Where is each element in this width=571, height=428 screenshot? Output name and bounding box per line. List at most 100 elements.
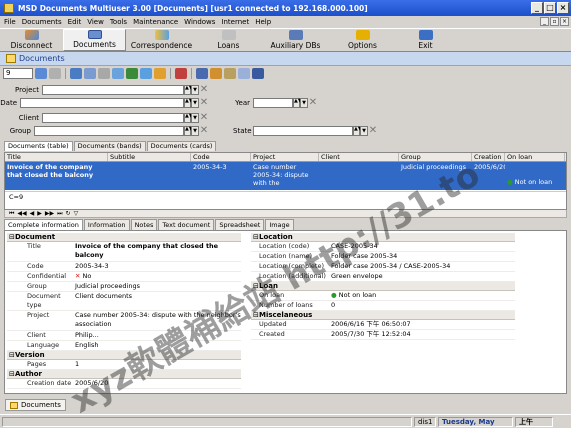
new-record-icon[interactable] [35,68,47,79]
edit-icon[interactable] [70,68,82,79]
import-icon[interactable] [140,68,152,79]
prev-page-icon[interactable]: ◀◀ [17,210,26,217]
nav-auxiliary-dbs[interactable]: Auxiliary DBs [260,29,331,51]
column-subtitle[interactable]: Subtitle [108,153,191,161]
refresh-icon[interactable]: ↻ [66,210,71,217]
column-group[interactable]: Group [399,153,472,161]
mdi-minimize-button[interactable]: _ [540,17,549,26]
year-clear-icon[interactable]: ✕ [308,97,318,108]
project-spinner[interactable]: ▲▼ [184,84,193,95]
client-spinner[interactable]: ▲▼ [184,112,193,123]
nav-disconnect[interactable]: Disconnect [0,29,63,51]
export-icon[interactable] [126,68,138,79]
nav-exit[interactable]: Exit [394,29,457,51]
filter-icon[interactable] [196,68,208,79]
date-dropdown[interactable]: ▼ [191,97,199,108]
column-title[interactable]: Title [5,153,108,161]
group-spinner[interactable]: ▲▼ [184,125,193,136]
menu-tools[interactable]: Tools [110,18,127,26]
state-input[interactable] [253,125,353,136]
nav-documents[interactable]: Documents [63,29,126,51]
tab-information[interactable]: Information [83,219,130,230]
delete-icon[interactable] [49,68,61,79]
report-icon[interactable] [252,68,264,79]
column-client[interactable]: Client [319,153,399,161]
group-dropdown[interactable]: ▼ [191,125,199,136]
group-input[interactable] [34,125,184,136]
last-record-icon[interactable]: ⏭ [57,210,62,218]
close-button[interactable]: × [557,2,569,14]
table-row[interactable]: Invoice of the company that closed the b… [5,162,566,190]
menu-view[interactable]: View [87,18,104,26]
attach-icon[interactable] [154,68,166,79]
column-on-loan[interactable]: On loan [505,153,565,161]
year-dropdown[interactable]: ▼ [300,97,308,108]
date-spinner[interactable]: ▲▼ [184,97,193,108]
property-row: Creation date 2005/6/20 [7,379,241,389]
year-spinner[interactable]: ▲▼ [293,97,302,108]
column-project[interactable]: Project [251,153,319,161]
mdi-restore-button[interactable]: ▫ [550,17,559,26]
property-row: Location (name) Folder case 2005-34 [251,252,515,262]
section-loan[interactable]: ⊟Loan [251,282,515,291]
section-author[interactable]: ⊟Author [7,370,241,379]
nav-disconnect-label: Disconnect [10,41,53,50]
client-input[interactable] [42,112,184,123]
tab-documents-cards[interactable]: Documents (cards) [146,141,217,151]
menu-maintenance[interactable]: Maintenance [133,18,178,26]
menu-documents[interactable]: Documents [22,18,62,26]
group-clear-icon[interactable]: ✕ [199,125,209,136]
next-record-icon[interactable]: ▶ [37,210,42,217]
maximize-button[interactable]: □ [544,2,556,14]
property-row: Location (code) CASE-2005-34 [251,242,515,252]
nav-correspondence[interactable]: Correspondence [126,29,197,51]
next-page-icon[interactable]: ▶▶ [45,210,54,217]
remove-icon[interactable] [175,68,187,79]
section-miscellaneous[interactable]: ⊟Miscelaneous [251,311,515,320]
tab-notes[interactable]: Notes [130,219,158,230]
column-creation-date[interactable]: Creation da [472,153,505,161]
window-tab-documents[interactable]: Documents [5,399,66,411]
state-spinner[interactable]: ▲▼ [353,125,362,136]
cards-icon[interactable] [210,68,222,79]
catalog-icon[interactable] [224,68,236,79]
filter-icon[interactable]: ▽ [74,210,79,217]
tab-spreadsheet[interactable]: Spreadsheet [215,219,265,230]
copy-icon[interactable] [112,68,124,79]
menu-help[interactable]: Help [255,18,271,26]
nav-loans[interactable]: Loans [197,29,260,51]
column-code[interactable]: Code [191,153,251,161]
prev-record-icon[interactable]: ◀ [30,210,35,217]
menu-edit[interactable]: Edit [68,18,82,26]
search-icon[interactable] [238,68,250,79]
nav-options[interactable]: Options [331,29,394,51]
first-record-icon[interactable]: ⏮ [9,210,14,218]
menu-file[interactable]: File [4,18,16,26]
view-icon[interactable] [84,68,96,79]
year-input[interactable] [253,97,293,108]
tab-documents-bands[interactable]: Documents (bands) [73,141,146,151]
state-clear-icon[interactable]: ✕ [368,125,378,136]
tab-documents-table[interactable]: Documents (table) [4,141,73,151]
project-input[interactable] [42,84,184,95]
client-clear-icon[interactable]: ✕ [199,112,209,123]
property-row: Location (complete) Folder case 2005-34 /… [251,262,515,272]
print-icon[interactable] [98,68,110,79]
project-clear-icon[interactable]: ✕ [199,84,209,95]
section-version[interactable]: ⊟Version [7,351,241,360]
section-author-label: Author [15,370,42,378]
menu-windows[interactable]: Windows [184,18,215,26]
mdi-close-button[interactable]: × [560,17,569,26]
client-dropdown[interactable]: ▼ [191,112,199,123]
tab-complete-information[interactable]: Complete information [4,219,83,230]
menu-internet[interactable]: Internet [221,18,249,26]
section-location[interactable]: ⊟Location [251,233,515,242]
minimize-button[interactable]: _ [531,2,543,14]
tab-image[interactable]: Image [265,219,294,230]
date-input[interactable] [20,97,184,108]
tab-text-document[interactable]: Text document [158,219,215,230]
state-dropdown[interactable]: ▼ [360,125,368,136]
date-clear-icon[interactable]: ✕ [199,97,209,108]
section-document[interactable]: ⊟Document [7,233,241,242]
project-dropdown[interactable]: ▼ [191,84,199,95]
